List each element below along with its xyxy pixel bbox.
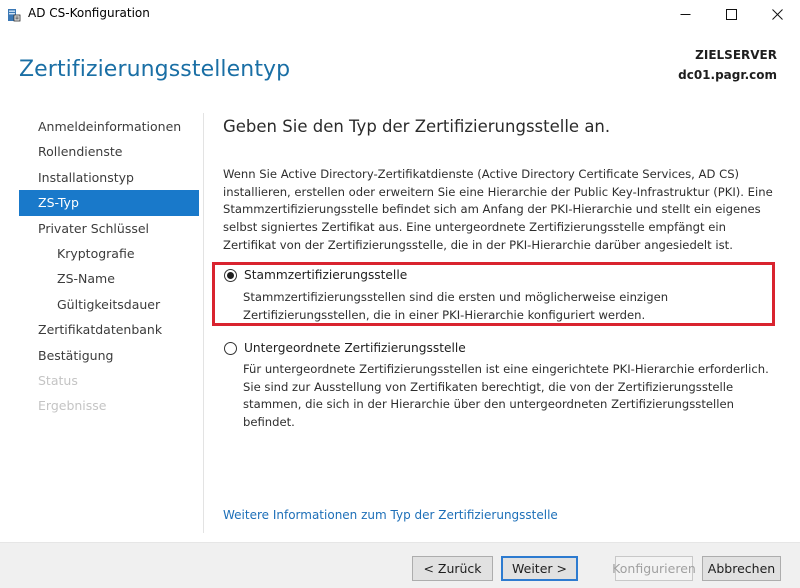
option-root-ca[interactable]: Stammzertifizierungsstelle bbox=[224, 268, 407, 282]
nav-item-status: Status bbox=[38, 372, 78, 388]
nav-divider bbox=[203, 113, 204, 533]
maximize-icon bbox=[725, 8, 737, 20]
title-bar: AD CS-Konfiguration bbox=[0, 0, 800, 28]
section-heading: Geben Sie den Typ der Zertifizierungsste… bbox=[223, 117, 611, 136]
nav-item-gueltigkeitsdauer[interactable]: Gültigkeitsdauer bbox=[19, 292, 199, 317]
more-info-link[interactable]: Weitere Informationen zum Typ der Zertif… bbox=[223, 508, 558, 522]
intro-text: Wenn Sie Active Directory-Zertifikatdien… bbox=[223, 167, 773, 252]
maximize-button[interactable] bbox=[708, 0, 754, 28]
subordinate-ca-radio[interactable] bbox=[224, 341, 237, 355]
nav-item-installationstyp[interactable]: Installationstyp bbox=[19, 165, 199, 190]
minimize-button[interactable] bbox=[662, 0, 708, 28]
nav-item-bestaetigung[interactable]: Bestätigung bbox=[19, 343, 199, 368]
target-server-name: dc01.pagr.com bbox=[678, 68, 777, 82]
window-title: AD CS-Konfiguration bbox=[28, 6, 150, 20]
configure-button: Konfigurieren bbox=[612, 556, 696, 581]
page-title: Zertifizierungsstellentyp bbox=[19, 57, 291, 82]
wizard-navigation: Anmeldeinformationen Rollendienste Insta… bbox=[19, 114, 199, 419]
nav-item-anmeldeinformationen[interactable]: Anmeldeinformationen bbox=[19, 114, 199, 139]
next-button[interactable]: Weiter > bbox=[501, 556, 578, 581]
close-icon bbox=[771, 8, 783, 20]
nav-item-kryptografie[interactable]: Kryptografie bbox=[19, 241, 199, 266]
root-ca-label[interactable]: Stammzertifizierungsstelle bbox=[244, 268, 407, 282]
subordinate-ca-description: Für untergeordnete Zertifizierungsstelle… bbox=[243, 362, 769, 430]
nav-item-zertifikatdatenbank[interactable]: Zertifikatdatenbank bbox=[19, 317, 199, 342]
subordinate-ca-label[interactable]: Untergeordnete Zertifizierungsstelle bbox=[244, 341, 466, 355]
nav-item-privater-schluessel[interactable]: Privater Schlüssel bbox=[19, 216, 199, 241]
option-subordinate-ca[interactable]: Untergeordnete Zertifizierungsstelle bbox=[224, 341, 466, 355]
root-ca-radio[interactable] bbox=[224, 268, 237, 282]
cancel-button[interactable]: Abbrechen bbox=[702, 556, 781, 581]
target-server-label: ZIELSERVER bbox=[695, 48, 777, 62]
nav-item-zs-name[interactable]: ZS-Name bbox=[19, 266, 199, 291]
radio-selected-dot bbox=[227, 271, 234, 279]
server-manager-icon bbox=[7, 7, 21, 22]
minimize-icon bbox=[680, 13, 690, 15]
close-button[interactable] bbox=[754, 0, 800, 28]
nav-item-rollendienste[interactable]: Rollendienste bbox=[19, 139, 199, 164]
root-ca-description: Stammzertifizierungsstellen sind die ers… bbox=[243, 290, 669, 322]
nav-item-ergebnisse: Ergebnisse bbox=[38, 398, 107, 414]
nav-item-zs-typ[interactable]: ZS-Typ bbox=[19, 190, 199, 216]
back-button[interactable]: < Zurück bbox=[412, 556, 493, 581]
